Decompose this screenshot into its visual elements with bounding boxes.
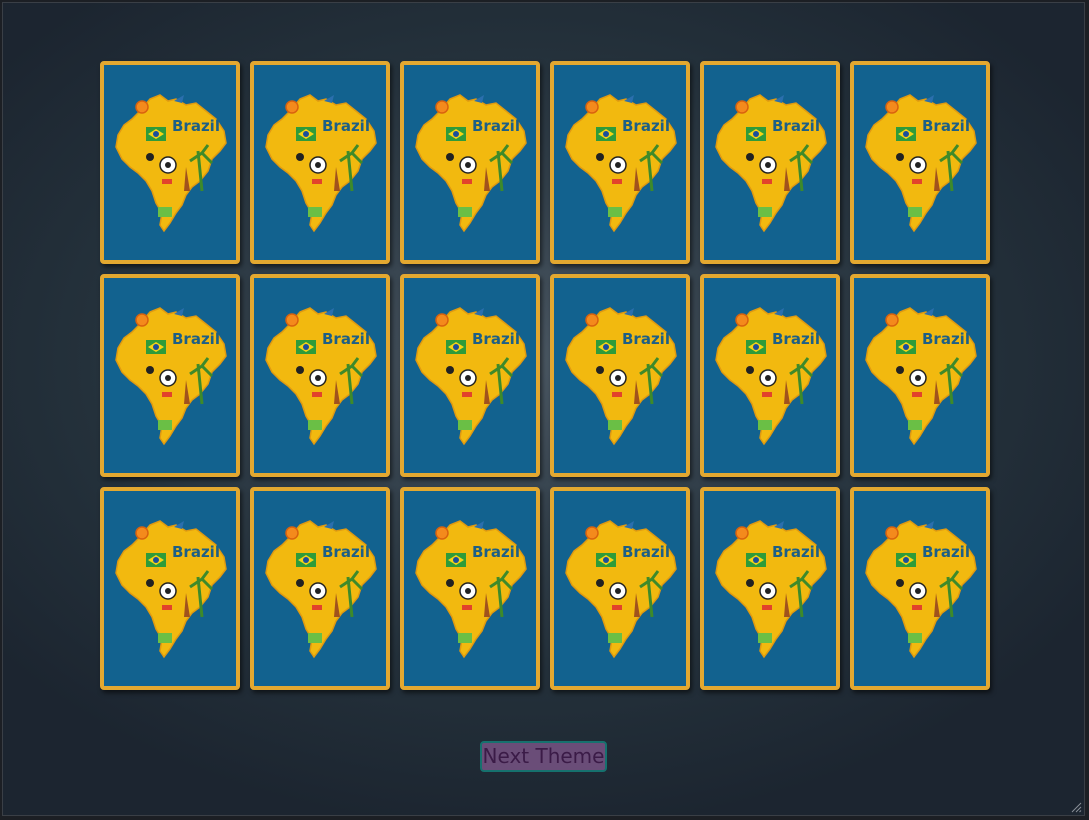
- card-map-label: Brazil: [322, 330, 370, 348]
- brazil-map-icon: Brazil: [115, 94, 227, 233]
- card-map-label: Brazil: [172, 117, 220, 135]
- memory-card[interactable]: Brazil: [400, 274, 540, 477]
- memory-card[interactable]: Brazil: [100, 274, 240, 477]
- brazil-map-icon: Brazil: [415, 307, 527, 446]
- brazil-map-icon: Brazil: [865, 307, 977, 446]
- card-map-label: Brazil: [772, 543, 820, 561]
- memory-card[interactable]: Brazil: [850, 487, 990, 690]
- memory-card[interactable]: Brazil: [550, 61, 690, 264]
- memory-card[interactable]: Brazil: [400, 487, 540, 690]
- card-map-label: Brazil: [922, 543, 970, 561]
- brazil-map-icon: Brazil: [265, 520, 377, 659]
- memory-card[interactable]: Brazil: [850, 61, 990, 264]
- brazil-map-icon: Brazil: [565, 307, 677, 446]
- brazil-map-icon: Brazil: [865, 520, 977, 659]
- card-map-label: Brazil: [922, 330, 970, 348]
- card-map-label: Brazil: [622, 330, 670, 348]
- card-map-label: Brazil: [472, 543, 520, 561]
- card-map-label: Brazil: [172, 543, 220, 561]
- card-map-label: Brazil: [322, 543, 370, 561]
- card-map-label: Brazil: [622, 117, 670, 135]
- card-map-label: Brazil: [472, 330, 520, 348]
- card-map-label: Brazil: [772, 117, 820, 135]
- memory-card[interactable]: Brazil: [550, 487, 690, 690]
- memory-card[interactable]: Brazil: [850, 274, 990, 477]
- brazil-map-icon: Brazil: [115, 520, 227, 659]
- card-map-label: Brazil: [472, 117, 520, 135]
- brazil-map-icon: Brazil: [265, 94, 377, 233]
- memory-card[interactable]: Brazil: [250, 61, 390, 264]
- brazil-map-icon: Brazil: [565, 94, 677, 233]
- memory-card[interactable]: Brazil: [400, 61, 540, 264]
- brazil-map-icon: Brazil: [415, 94, 527, 233]
- memory-card[interactable]: Brazil: [100, 487, 240, 690]
- memory-card[interactable]: Brazil: [100, 61, 240, 264]
- brazil-map-icon: Brazil: [715, 307, 827, 446]
- memory-card[interactable]: Brazil: [700, 61, 840, 264]
- memory-card[interactable]: Brazil: [550, 274, 690, 477]
- card-map-label: Brazil: [772, 330, 820, 348]
- card-map-label: Brazil: [622, 543, 670, 561]
- brazil-map-icon: Brazil: [865, 94, 977, 233]
- card-grid: Brazil Brazil Brazil Brazil Brazil Brazil Braz…: [100, 61, 990, 690]
- brazil-map-icon: Brazil: [715, 520, 827, 659]
- brazil-map-icon: Brazil: [265, 307, 377, 446]
- card-map-label: Brazil: [322, 117, 370, 135]
- game-window: Brazil Brazil Brazil Brazil Brazil Brazil Braz…: [2, 2, 1085, 816]
- brazil-map-icon: Brazil: [565, 520, 677, 659]
- brazil-map-icon: Brazil: [715, 94, 827, 233]
- resize-grip-icon[interactable]: [1070, 801, 1082, 813]
- next-theme-button[interactable]: Next Theme: [480, 741, 607, 772]
- card-map-label: Brazil: [172, 330, 220, 348]
- card-map-label: Brazil: [922, 117, 970, 135]
- memory-card[interactable]: Brazil: [250, 274, 390, 477]
- memory-card[interactable]: Brazil: [700, 487, 840, 690]
- brazil-map-icon: Brazil: [415, 520, 527, 659]
- brazil-map-icon: Brazil: [115, 307, 227, 446]
- memory-card[interactable]: Brazil: [700, 274, 840, 477]
- memory-card[interactable]: Brazil: [250, 487, 390, 690]
